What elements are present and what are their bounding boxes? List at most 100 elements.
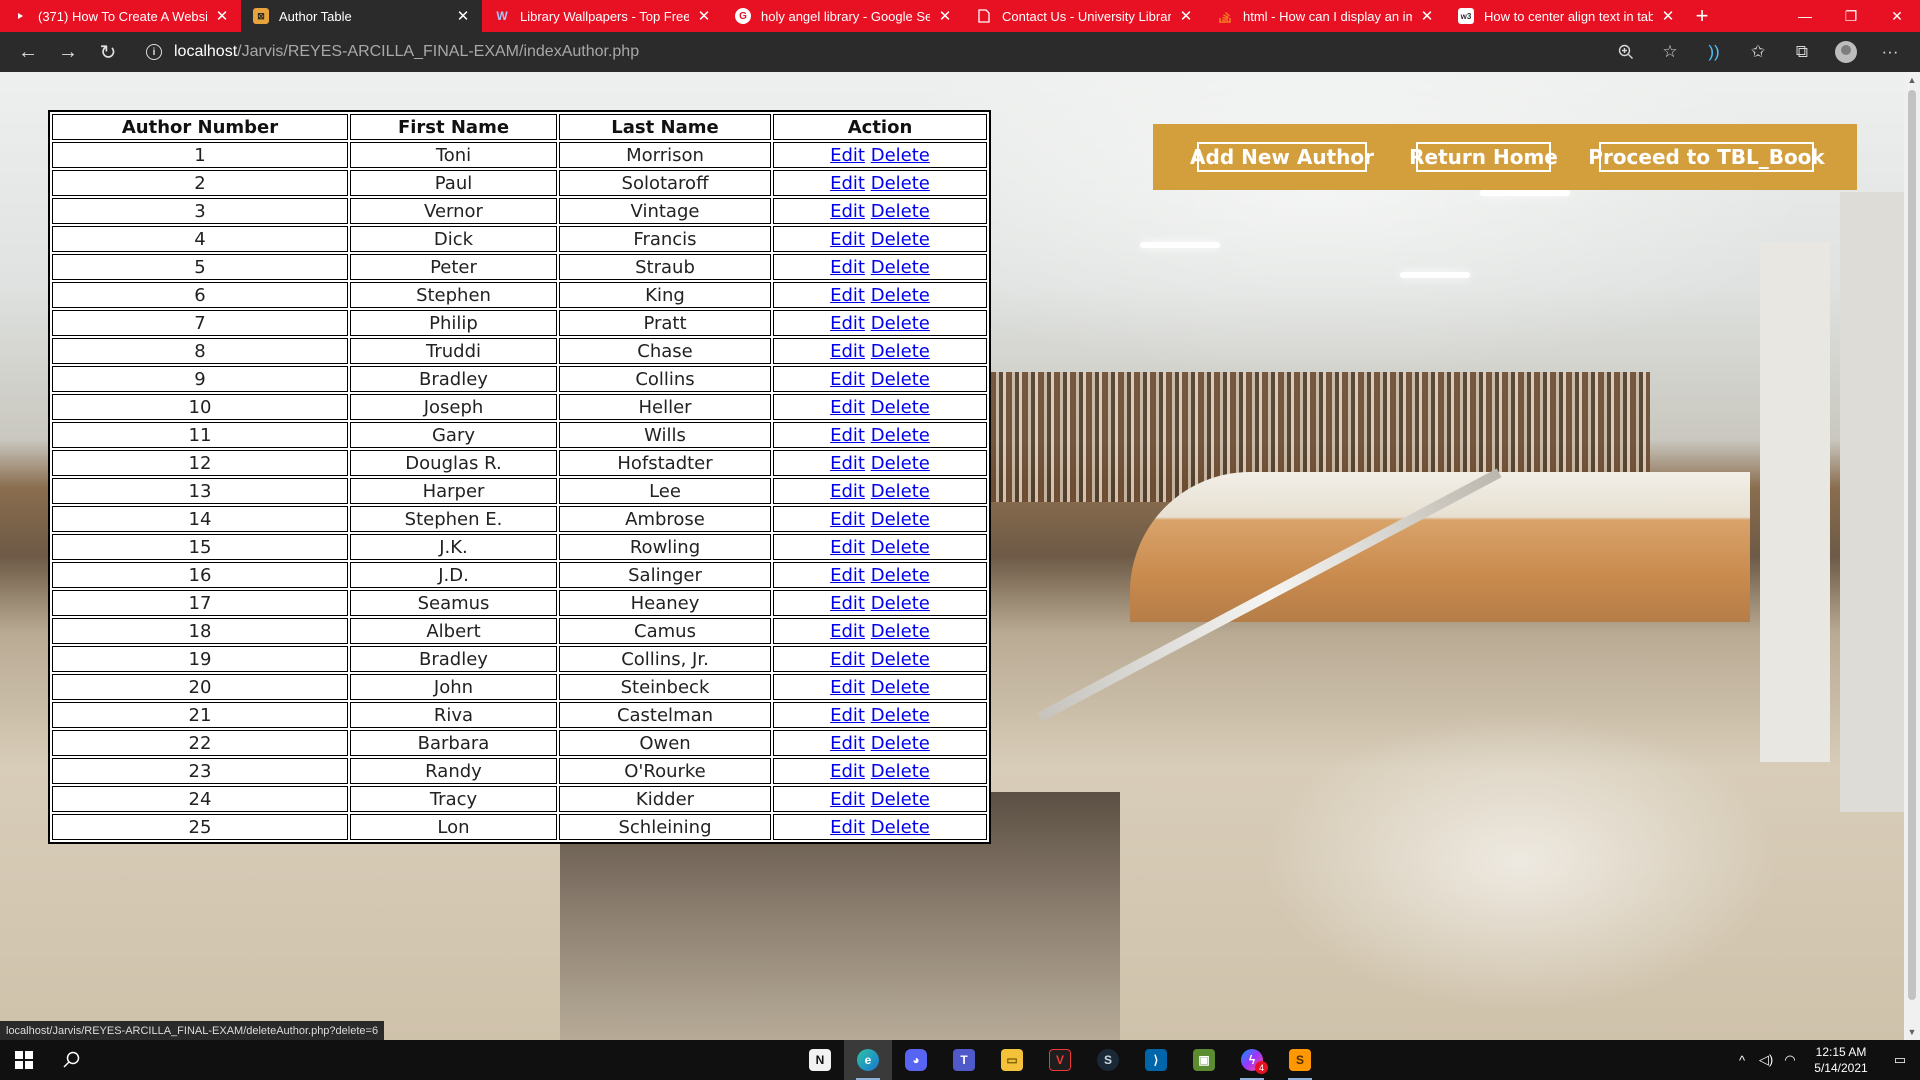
- close-icon[interactable]: ✕: [454, 7, 472, 25]
- edit-link[interactable]: Edit: [830, 621, 865, 642]
- close-window-icon[interactable]: ✕: [1874, 0, 1920, 32]
- delete-link[interactable]: Delete: [871, 453, 930, 474]
- delete-link[interactable]: Delete: [871, 481, 930, 502]
- edit-link[interactable]: Edit: [830, 649, 865, 670]
- proceed-to-tbl-book-button[interactable]: Proceed to TBL_Book: [1588, 142, 1825, 172]
- add-favorite-icon[interactable]: ☆: [1648, 35, 1692, 69]
- delete-link[interactable]: Delete: [871, 229, 930, 250]
- refresh-icon[interactable]: ↻: [88, 35, 128, 69]
- delete-link[interactable]: Delete: [871, 313, 930, 334]
- tab-library-wallpapers[interactable]: W Library Wallpapers - Top Free Lib ✕: [482, 0, 723, 32]
- favorites-icon[interactable]: ✩: [1736, 35, 1780, 69]
- edit-link[interactable]: Edit: [830, 705, 865, 726]
- search-icon[interactable]: [48, 1040, 96, 1080]
- delete-link[interactable]: Delete: [871, 201, 930, 222]
- delete-link[interactable]: Delete: [871, 705, 930, 726]
- close-icon[interactable]: ✕: [1659, 7, 1677, 25]
- edit-link[interactable]: Edit: [830, 341, 865, 362]
- edit-link[interactable]: Edit: [830, 481, 865, 502]
- minecraft-icon[interactable]: ▣: [1180, 1040, 1228, 1080]
- delete-link[interactable]: Delete: [871, 397, 930, 418]
- edit-link[interactable]: Edit: [830, 677, 865, 698]
- scroll-thumb[interactable]: [1908, 90, 1916, 1000]
- close-icon[interactable]: ✕: [936, 7, 954, 25]
- restore-icon[interactable]: ❐: [1828, 0, 1874, 32]
- discord-icon[interactable]: ◕: [892, 1040, 940, 1080]
- edit-link[interactable]: Edit: [830, 229, 865, 250]
- edit-link[interactable]: Edit: [830, 173, 865, 194]
- close-icon[interactable]: ✕: [695, 7, 713, 25]
- edit-link[interactable]: Edit: [830, 257, 865, 278]
- tab-stackoverflow[interactable]: html - How can I display an imag ✕: [1205, 0, 1446, 32]
- edit-link[interactable]: Edit: [830, 285, 865, 306]
- delete-link[interactable]: Delete: [871, 369, 930, 390]
- return-home-button[interactable]: Return Home: [1409, 142, 1558, 172]
- delete-link[interactable]: Delete: [871, 761, 930, 782]
- profile-avatar[interactable]: [1824, 35, 1868, 69]
- delete-link[interactable]: Delete: [871, 677, 930, 698]
- page-scrollbar[interactable]: ▲ ▼: [1904, 72, 1920, 1040]
- close-icon[interactable]: ✕: [213, 7, 231, 25]
- edit-link[interactable]: Edit: [830, 397, 865, 418]
- delete-link[interactable]: Delete: [871, 621, 930, 642]
- wifi-icon[interactable]: ◠: [1778, 1040, 1802, 1080]
- volume-icon[interactable]: ◁): [1754, 1040, 1778, 1080]
- edit-link[interactable]: Edit: [830, 453, 865, 474]
- vscode-icon[interactable]: ⟩: [1132, 1040, 1180, 1080]
- delete-link[interactable]: Delete: [871, 285, 930, 306]
- file-explorer-icon[interactable]: ▭: [988, 1040, 1036, 1080]
- edit-link[interactable]: Edit: [830, 817, 865, 838]
- scroll-down-icon[interactable]: ▼: [1904, 1024, 1920, 1040]
- address-bar[interactable]: i localhost/Jarvis/REYES-ARCILLA_FINAL-E…: [136, 36, 1604, 68]
- delete-link[interactable]: Delete: [871, 733, 930, 754]
- edit-link[interactable]: Edit: [830, 761, 865, 782]
- close-icon[interactable]: ✕: [1177, 7, 1195, 25]
- minimize-icon[interactable]: —: [1782, 0, 1828, 32]
- info-icon[interactable]: i: [146, 44, 162, 60]
- delete-link[interactable]: Delete: [871, 341, 930, 362]
- edit-link[interactable]: Edit: [830, 145, 865, 166]
- delete-link[interactable]: Delete: [871, 565, 930, 586]
- delete-link[interactable]: Delete: [871, 145, 930, 166]
- edge-icon[interactable]: e: [844, 1040, 892, 1080]
- tab-author-table[interactable]: ⊠ Author Table ✕: [241, 0, 482, 32]
- windows-start-icon[interactable]: [0, 1040, 48, 1080]
- vivaldi-icon[interactable]: V: [1036, 1040, 1084, 1080]
- edit-link[interactable]: Edit: [830, 425, 865, 446]
- delete-link[interactable]: Delete: [871, 425, 930, 446]
- close-icon[interactable]: ✕: [1418, 7, 1436, 25]
- more-menu-icon[interactable]: ···: [1868, 35, 1912, 69]
- edit-link[interactable]: Edit: [830, 789, 865, 810]
- messenger-icon[interactable]: ϟ 4: [1228, 1040, 1276, 1080]
- back-icon[interactable]: ←: [8, 35, 48, 69]
- scroll-up-icon[interactable]: ▲: [1904, 72, 1920, 88]
- delete-link[interactable]: Delete: [871, 593, 930, 614]
- edit-link[interactable]: Edit: [830, 201, 865, 222]
- chevron-up-icon[interactable]: ^: [1730, 1040, 1754, 1080]
- delete-link[interactable]: Delete: [871, 649, 930, 670]
- delete-link[interactable]: Delete: [871, 173, 930, 194]
- notification-center-icon[interactable]: ▭: [1880, 1040, 1920, 1080]
- zoom-icon[interactable]: [1604, 35, 1648, 69]
- steam-icon[interactable]: S: [1084, 1040, 1132, 1080]
- add-new-author-button[interactable]: Add New Author: [1190, 142, 1374, 172]
- delete-link[interactable]: Delete: [871, 789, 930, 810]
- collections-icon[interactable]: ⧉: [1780, 35, 1824, 69]
- edit-link[interactable]: Edit: [830, 733, 865, 754]
- forward-icon[interactable]: →: [48, 35, 88, 69]
- edit-link[interactable]: Edit: [830, 509, 865, 530]
- new-tab-button[interactable]: +: [1687, 0, 1717, 32]
- taskbar-clock[interactable]: 12:15 AM 5/14/2021: [1802, 1044, 1880, 1076]
- edit-link[interactable]: Edit: [830, 593, 865, 614]
- delete-link[interactable]: Delete: [871, 257, 930, 278]
- edit-link[interactable]: Edit: [830, 313, 865, 334]
- read-aloud-icon[interactable]: )): [1692, 35, 1736, 69]
- delete-link[interactable]: Delete: [871, 817, 930, 838]
- tab-contact-us[interactable]: Contact Us - University Library ✕: [964, 0, 1205, 32]
- tab-google-search[interactable]: G holy angel library - Google Searc ✕: [723, 0, 964, 32]
- notion-icon[interactable]: N: [796, 1040, 844, 1080]
- sublime-text-icon[interactable]: S: [1276, 1040, 1324, 1080]
- delete-link[interactable]: Delete: [871, 537, 930, 558]
- edit-link[interactable]: Edit: [830, 537, 865, 558]
- tab-youtube[interactable]: (371) How To Create A Website I ✕: [0, 0, 241, 32]
